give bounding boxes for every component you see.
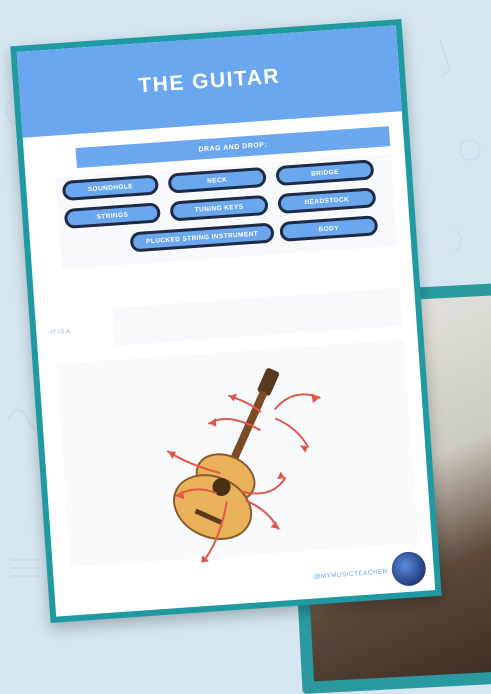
chip-soundhole[interactable]: SOUNDHOLE	[61, 174, 160, 202]
title-banner: THE GUITAR	[16, 25, 402, 138]
footer-handle: @MYMUSICTEACHER	[313, 568, 389, 581]
chip-body[interactable]: BODY	[279, 215, 379, 242]
chip-tuning-keys[interactable]: TUNING KEYS	[169, 194, 269, 222]
word-bank: SOUNDHOLE NECK BRIDGE STRINGS TUNING KEY…	[55, 154, 398, 270]
instruction-text: DRAG AND DROP:	[198, 141, 268, 153]
chip-neck[interactable]: NECK	[167, 166, 267, 194]
chip-strings[interactable]: STRINGS	[63, 202, 161, 229]
answer-drop-zone[interactable]	[112, 287, 403, 346]
chip-bridge[interactable]: BRIDGE	[275, 159, 375, 187]
chip-plucked-string-instrument[interactable]: PLUCKED STRING INSTRUMENT	[129, 222, 275, 253]
answer-prompt: IT IS A	[50, 328, 71, 337]
worksheet-page: THE GUITAR DRAG AND DROP: SOUNDHOLE NECK…	[16, 25, 436, 617]
worksheet-title: THE GUITAR	[137, 64, 281, 98]
teacher-avatar-icon	[390, 550, 427, 588]
guitar-icon	[166, 368, 321, 566]
guitar-diagram	[56, 339, 418, 568]
worksheet-frame: THE GUITAR DRAG AND DROP: SOUNDHOLE NECK…	[10, 19, 442, 623]
chip-headstock[interactable]: HEADSTOCK	[277, 187, 377, 215]
